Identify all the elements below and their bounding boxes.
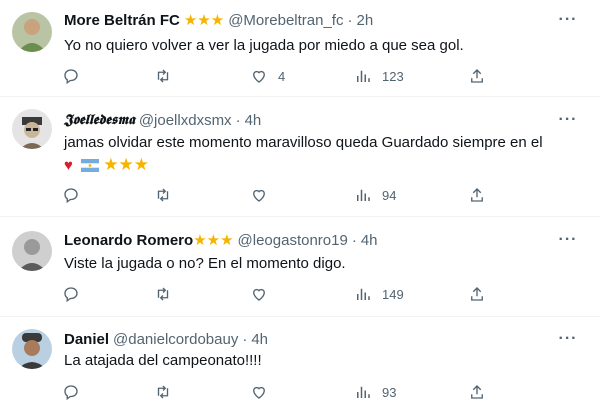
display-name[interactable]: Daniel: [64, 331, 109, 348]
action-bar: 149: [62, 284, 492, 304]
share-icon: [471, 287, 483, 301]
emoji-row: ♥ ★★★: [64, 155, 584, 178]
reply-button[interactable]: [62, 284, 80, 304]
separator-dot: ·: [351, 231, 357, 249]
retweet-button[interactable]: [154, 185, 172, 205]
views-icon: [357, 386, 370, 398]
display-name[interactable]: More Beltrán FC: [64, 12, 180, 29]
share-icon: [471, 188, 483, 202]
action-bar: 4 123: [62, 66, 492, 86]
retweet-icon: [157, 287, 169, 301]
more-icon[interactable]: ···: [558, 12, 578, 34]
avatar[interactable]: [12, 12, 52, 52]
star-emojis: ★★★: [103, 155, 149, 174]
separator-dot: ·: [235, 111, 241, 129]
like-count: 4: [278, 68, 286, 84]
username[interactable]: @leogastonro19: [238, 232, 348, 249]
views-button[interactable]: 93: [354, 382, 396, 402]
view-count: 149: [382, 286, 404, 302]
view-count: 94: [382, 187, 397, 203]
tweet-header: 𝕵𝖔𝖊𝖑𝖑𝖊𝖉𝖊𝖘𝖒𝖆 @joellxdxsmx · 4h: [64, 110, 261, 130]
tweet-text-line: jamas olvidar este momento maravilloso q…: [64, 134, 543, 151]
username[interactable]: @joellxdxsmx: [139, 112, 232, 129]
reply-button[interactable]: [62, 382, 80, 402]
retweet-icon: [157, 188, 169, 202]
argentina-flag-emoji: [81, 158, 100, 178]
reply-icon: [64, 385, 78, 401]
share-button[interactable]: [468, 66, 486, 86]
reply-icon: [64, 69, 78, 85]
views-icon: [357, 288, 370, 300]
tweet-text: Yo no quiero volver a ver la jugada por …: [64, 37, 464, 54]
retweet-button[interactable]: [154, 382, 172, 402]
avatar[interactable]: [12, 329, 52, 369]
share-icon: [471, 385, 483, 399]
username[interactable]: @danielcordobauy: [113, 331, 238, 348]
more-icon[interactable]: ···: [558, 112, 578, 134]
reply-button[interactable]: [62, 185, 80, 205]
username[interactable]: @Morebeltran_fc: [228, 12, 343, 29]
like-button[interactable]: [250, 284, 268, 304]
separator-dot: ·: [242, 330, 248, 348]
views-button[interactable]: 123: [354, 66, 404, 86]
views-icon: [357, 189, 370, 201]
tweet-4[interactable]: Daniel @danielcordobauy · 4h ··· La ataj…: [0, 317, 600, 410]
timestamp[interactable]: 4h: [251, 331, 268, 348]
views-button[interactable]: 94: [354, 185, 396, 205]
action-bar: 94: [62, 185, 492, 205]
tweet-2[interactable]: 𝕵𝖔𝖊𝖑𝖑𝖊𝖉𝖊𝖘𝖒𝖆 @joellxdxsmx · 4h ··· jamas …: [0, 97, 600, 216]
like-icon: [253, 386, 265, 399]
retweet-button[interactable]: [154, 66, 172, 86]
tweet-3[interactable]: Leonardo Romero ★★★ @leogastonro19 · 4h …: [0, 217, 600, 316]
action-bar: 93: [62, 382, 492, 402]
tweet-header: More Beltrán FC ★★★ @Morebeltran_fc · 2h: [64, 10, 373, 30]
like-icon: [253, 70, 265, 83]
like-icon: [253, 189, 265, 202]
more-icon[interactable]: ···: [558, 331, 578, 353]
separator-dot: ·: [347, 11, 353, 29]
heart-emoji: ♥: [64, 157, 73, 174]
display-name[interactable]: 𝕵𝖔𝖊𝖑𝖑𝖊𝖉𝖊𝖘𝖒𝖆: [64, 112, 135, 128]
like-icon: [253, 288, 265, 301]
star-emojis: ★★★: [193, 232, 234, 249]
retweet-button[interactable]: [154, 284, 172, 304]
star-emojis: ★★★: [183, 12, 225, 29]
reply-icon: [64, 188, 78, 204]
view-count: 93: [382, 384, 397, 400]
like-button[interactable]: 4: [250, 66, 285, 86]
display-name[interactable]: Leonardo Romero: [64, 232, 193, 249]
like-button[interactable]: [250, 185, 268, 205]
tweet-header: Daniel @danielcordobauy · 4h: [64, 329, 268, 349]
views-icon: [357, 70, 370, 82]
avatar[interactable]: [12, 231, 52, 271]
share-button[interactable]: [468, 284, 486, 304]
tweet-text: Viste la jugada o no? En el momento digo…: [64, 255, 346, 272]
share-button[interactable]: [468, 382, 486, 402]
like-button[interactable]: [250, 382, 268, 402]
reply-icon: [64, 287, 78, 303]
tweet-text: jamas olvidar este momento maravilloso q…: [64, 133, 584, 178]
timestamp[interactable]: 4h: [245, 112, 262, 129]
timestamp[interactable]: 4h: [361, 232, 378, 249]
more-icon[interactable]: ···: [558, 232, 578, 254]
tweet-text: La atajada del campeonato!!!!: [64, 352, 262, 369]
reply-button[interactable]: [62, 66, 80, 86]
share-icon: [471, 69, 483, 83]
views-button[interactable]: 149: [354, 284, 404, 304]
avatar[interactable]: [12, 109, 52, 149]
tweet-header: Leonardo Romero ★★★ @leogastonro19 · 4h: [64, 230, 378, 250]
tweet-1[interactable]: More Beltrán FC ★★★ @Morebeltran_fc · 2h…: [0, 0, 600, 96]
timestamp[interactable]: 2h: [356, 12, 373, 29]
retweet-icon: [157, 69, 169, 83]
view-count: 123: [382, 68, 404, 84]
share-button[interactable]: [468, 185, 486, 205]
retweet-icon: [157, 385, 169, 399]
